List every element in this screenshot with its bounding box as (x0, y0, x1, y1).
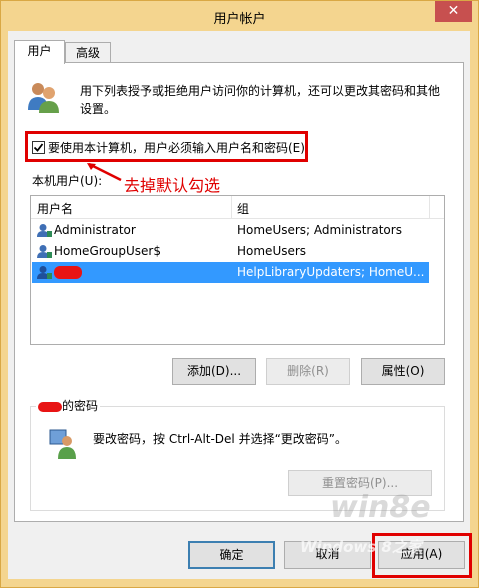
ok-button[interactable]: 确定 (188, 541, 275, 569)
password-group-title-suffix: 的密码 (62, 399, 99, 413)
row-username: Administrator (54, 223, 136, 237)
user-password-icon (49, 429, 76, 459)
add-user-button[interactable]: 添加(D)... (172, 358, 256, 385)
user-icon (37, 266, 52, 279)
row-username: HomeGroupUser$ (54, 244, 161, 258)
redacted-username-mark (38, 401, 62, 412)
redacted-username (54, 266, 82, 279)
title-bar: 用户帐户 ✕ (1, 1, 478, 31)
row-group: HelpLibraryUpdaters; HomeU... (237, 265, 425, 279)
users-list-header: 用户名 组 (31, 196, 444, 219)
table-row[interactable]: HomeGroupUser$ HomeUsers (32, 241, 429, 262)
column-divider (231, 196, 232, 218)
remove-user-button[interactable]: 删除(R) (266, 358, 350, 385)
users-section-label: 本机用户(U): (32, 174, 103, 188)
password-help-text: 要改密码，按 Ctrl-Alt-Del 并选择“更改密码”。 (93, 432, 348, 446)
tab-users[interactable]: 用户 (14, 40, 65, 64)
intro-text-line2: 设置。 (80, 102, 117, 116)
user-icon (37, 245, 52, 258)
intro-text-line1: 用下列表授予或拒绝用户访问你的计算机，还可以更改其密码和其他 (80, 84, 441, 98)
watermark-text: Windows 8之家 (300, 538, 422, 556)
close-button[interactable]: ✕ (435, 1, 472, 22)
table-row[interactable]: Administrator HomeUsers; Administrators (32, 220, 429, 241)
row-group: HomeUsers (237, 244, 307, 258)
watermark-logo: win8e (330, 490, 431, 525)
column-header-username[interactable]: 用户名 (37, 200, 73, 217)
column-header-group[interactable]: 组 (237, 200, 249, 217)
column-divider (429, 196, 430, 218)
annotation-text: 去掉默认勾选 (124, 176, 221, 195)
password-group-title: 的密码 (36, 398, 101, 414)
window-title: 用户帐户 (213, 12, 266, 27)
annotation-box-checkbox (25, 131, 308, 162)
intro-text: 用下列表授予或拒绝用户访问你的计算机，还可以更改其密码和其他 设置。 (80, 82, 450, 118)
properties-button[interactable]: 属性(O) (361, 358, 445, 385)
user-icon (37, 224, 52, 237)
users-list[interactable]: 用户名 组 Administrator HomeUsers; Administr… (30, 195, 445, 345)
row-group: HomeUsers; Administrators (237, 223, 402, 237)
table-row-selected[interactable]: HelpLibraryUpdaters; HomeU... (32, 262, 429, 283)
users-icon (28, 83, 59, 113)
tab-advanced[interactable]: 高级 (65, 42, 111, 64)
